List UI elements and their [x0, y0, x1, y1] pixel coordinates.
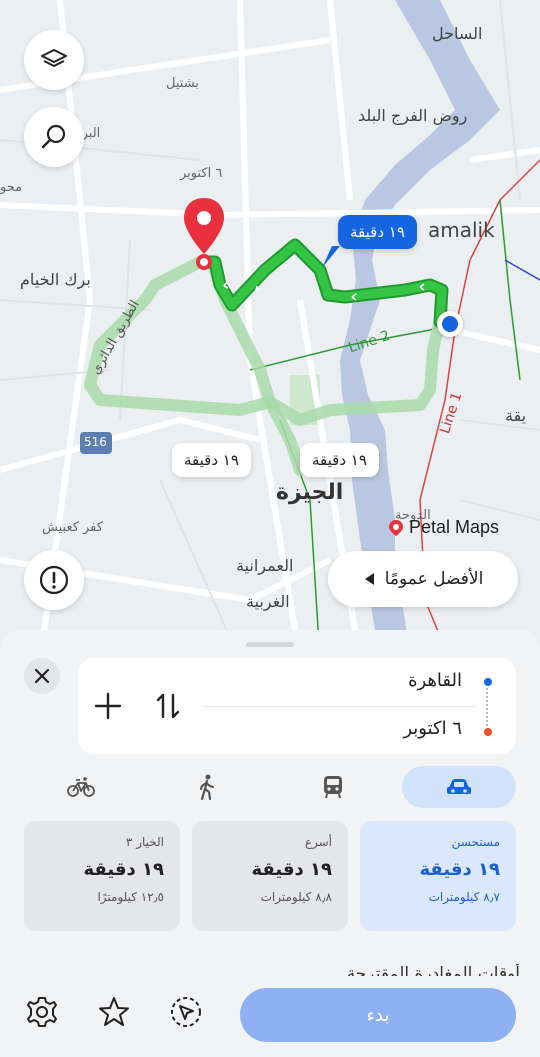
- route-time-bubble-alt-right[interactable]: ١٩ دقيقة: [300, 443, 379, 477]
- map-label-mehwar: محو: [0, 180, 23, 195]
- map-label-6-october-street: ٦ اكتوبر: [180, 166, 223, 181]
- tab-transit[interactable]: [276, 766, 390, 808]
- road-shield-516: 516: [84, 435, 107, 449]
- route-time-bubble-main[interactable]: ١٩ دقيقة: [338, 215, 417, 249]
- route-options: مستحسن ١٩ دقيقة ٨٫٧ كيلومترات أسرع ١٩ دق…: [24, 821, 516, 931]
- route-input-card: القاهرة ٦ اكتوبر: [78, 658, 516, 754]
- route-option-label: الخيار ٣: [125, 835, 164, 849]
- close-icon: [34, 668, 50, 684]
- map-label-bashtil: بشتيل: [166, 76, 199, 91]
- route-connector: [486, 688, 488, 726]
- tab-bike[interactable]: [24, 766, 138, 808]
- route-option-time: ١٩ دقيقة: [419, 859, 501, 880]
- route-option-recommended[interactable]: مستحسن ١٩ دقيقة ٨٫٧ كيلومترات: [360, 821, 516, 931]
- current-location-icon[interactable]: [437, 311, 463, 337]
- map-label-gharbiya: الغربية: [246, 592, 290, 611]
- destination-pin-icon[interactable]: [180, 196, 228, 276]
- start-button[interactable]: بدء: [240, 988, 516, 1042]
- origin-field[interactable]: القاهرة: [408, 670, 462, 691]
- route-option-distance: ٨٫٧ كيلومترات: [428, 890, 500, 904]
- departure-times-peek[interactable]: أوقات المغادرة المقترحة: [0, 964, 540, 976]
- route-option-3[interactable]: الخيار ٣ ١٩ دقيقة ١٢٫٥ كيلومترًا: [24, 821, 180, 931]
- destination-field[interactable]: ٦ اكتوبر: [403, 718, 462, 739]
- navigate-preview-button[interactable]: [166, 992, 206, 1032]
- plus-icon: [94, 692, 122, 720]
- map-label-wiqa: يقة: [505, 406, 527, 425]
- drag-handle[interactable]: [246, 642, 294, 647]
- map-label-birk-el-khayam: برك الخيام: [20, 270, 91, 289]
- caret-left-icon: [364, 573, 374, 585]
- layers-button[interactable]: [24, 30, 84, 90]
- navigation-arrow-icon: [171, 997, 201, 1027]
- travel-mode-tabs: [24, 766, 516, 808]
- route-option-time: ١٩ دقيقة: [251, 859, 333, 880]
- settings-button[interactable]: [22, 992, 62, 1032]
- route-time-bubble-alt-left[interactable]: ١٩ دقيقة: [172, 443, 251, 477]
- route-card-divider: [203, 706, 476, 707]
- walk-icon: [199, 774, 215, 800]
- map-label-giza: الجيزة: [276, 480, 344, 505]
- star-icon: [99, 997, 129, 1026]
- map-view[interactable]: الساحل بشتيل روض الفرج البلد البرا محو ٦…: [0, 0, 540, 660]
- gear-icon: [27, 997, 57, 1027]
- bike-icon: [67, 777, 95, 797]
- map-label-rod-el-farag: روض الفرج البلد: [358, 106, 468, 125]
- route-panel: القاهرة ٦ اكتوبر مستحسن ١٩ دقيقة ٨٫٧ كيل…: [0, 630, 540, 1057]
- car-icon: [447, 779, 471, 794]
- report-button[interactable]: [24, 550, 84, 610]
- swap-button[interactable]: [152, 690, 184, 722]
- brand-watermark: Petal Maps: [388, 517, 499, 538]
- route-option-distance: ٨٫٨ كيلومترات: [260, 890, 332, 904]
- add-stop-button[interactable]: [92, 690, 124, 722]
- brand-label: Petal Maps: [409, 517, 500, 537]
- map-label-kafr-kabish: كفر كعبيش: [42, 520, 103, 535]
- close-button[interactable]: [24, 658, 60, 694]
- search-icon: [41, 124, 66, 149]
- bubble-tail-icon: [322, 246, 340, 268]
- map-label-zamalek: amalik: [428, 218, 495, 242]
- tab-drive[interactable]: [402, 766, 516, 808]
- bottom-action-bar: بدء: [0, 980, 540, 1057]
- route-option-fastest[interactable]: أسرع ١٩ دقيقة ٨٫٨ كيلومترات: [192, 821, 348, 931]
- bus-icon: [324, 776, 342, 799]
- map-label-el-sahel: الساحل: [432, 24, 483, 43]
- best-overall-button[interactable]: الأفضل عمومًا: [328, 551, 518, 607]
- route-option-label: مستحسن: [451, 835, 500, 849]
- swap-vertical-icon: [156, 693, 180, 719]
- layers-icon: [41, 49, 67, 67]
- map-label-omraniya: العمرانية: [236, 556, 294, 575]
- favorite-button[interactable]: [94, 992, 134, 1032]
- info-alert-icon: [39, 565, 69, 595]
- origin-dot-icon: [484, 678, 492, 686]
- route-option-distance: ١٢٫٥ كيلومترًا: [97, 890, 164, 904]
- tab-walk[interactable]: [150, 766, 264, 808]
- route-option-time: ١٩ دقيقة: [83, 859, 165, 880]
- search-button[interactable]: [24, 107, 84, 167]
- petal-pin-icon: [389, 519, 403, 536]
- destination-dot-icon: [484, 728, 492, 736]
- route-option-label: أسرع: [304, 835, 332, 849]
- best-overall-label: الأفضل عمومًا: [384, 569, 484, 589]
